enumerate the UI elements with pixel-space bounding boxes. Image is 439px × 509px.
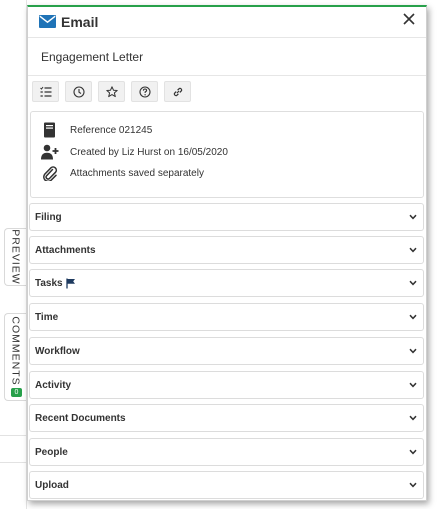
history-button[interactable]	[65, 81, 92, 102]
copy-link-button[interactable]	[164, 81, 191, 102]
chevron-down-icon	[409, 482, 417, 488]
section-people[interactable]: People	[29, 438, 424, 466]
tab-preview-label: PREVIEW	[9, 229, 22, 285]
app-frame: PREVIEW COMMENTS 0 Email Engagement Lett…	[0, 0, 439, 509]
tab-comments[interactable]: COMMENTS 0	[4, 313, 26, 401]
envelope-icon	[39, 15, 56, 28]
section-label: Upload	[35, 480, 69, 491]
rail-divider	[0, 435, 27, 436]
close-icon[interactable]	[402, 12, 416, 26]
section-label: Activity	[35, 380, 72, 391]
section-attachments[interactable]: Attachments	[29, 236, 424, 264]
checklist-button[interactable]	[32, 81, 59, 102]
flag-icon	[66, 278, 75, 289]
section-workflow[interactable]: Workflow	[29, 337, 424, 365]
panel-title: Email	[61, 14, 99, 30]
clock-icon	[72, 85, 85, 98]
section-label: Tasks	[35, 278, 63, 289]
favourite-button[interactable]	[98, 81, 125, 102]
section-time[interactable]: Time	[29, 303, 424, 331]
email-details: Reference 021245 Created by Liz Hurst on…	[30, 111, 424, 198]
email-panel: Email Engagement Letter Reference 021245…	[27, 5, 427, 501]
checklist-icon	[39, 86, 51, 97]
section-label: Workflow	[35, 346, 80, 357]
book-icon	[44, 122, 55, 138]
chevron-down-icon	[409, 348, 417, 354]
email-subject: Engagement Letter	[41, 50, 144, 64]
section-tasks[interactable]: Tasks	[29, 269, 424, 297]
section-label: Filing	[35, 212, 62, 223]
reference-text: Reference 021245	[70, 124, 153, 136]
chevron-down-icon	[409, 449, 417, 455]
add-user-icon	[41, 144, 59, 160]
section-label: Recent Documents	[35, 413, 126, 424]
paperclip-icon	[43, 166, 58, 181]
comments-count-badge: 0	[11, 388, 22, 397]
created-row: Created by Liz Hurst on 16/05/2020	[41, 143, 228, 161]
chevron-down-icon	[409, 214, 417, 220]
link-icon	[173, 87, 182, 96]
section-upload[interactable]: Upload	[29, 471, 424, 499]
section-label: Attachments	[35, 245, 96, 256]
reference-row: Reference 021245	[41, 121, 152, 139]
chevron-down-icon	[409, 382, 417, 388]
rail-divider	[0, 462, 27, 463]
section-recent-documents[interactable]: Recent Documents	[29, 404, 424, 432]
action-toolbar	[28, 75, 426, 111]
chevron-down-icon	[409, 314, 417, 320]
attachments-text: Attachments saved separately	[70, 167, 204, 179]
chevron-down-icon	[409, 247, 417, 253]
section-activity[interactable]: Activity	[29, 371, 424, 399]
panel-header: Email	[28, 7, 426, 38]
attachments-row: Attachments saved separately	[41, 164, 204, 182]
help-icon	[138, 85, 151, 98]
section-filing[interactable]: Filing	[29, 203, 424, 231]
chevron-down-icon	[409, 415, 417, 421]
created-text: Created by Liz Hurst on 16/05/2020	[70, 146, 228, 158]
tab-comments-label: COMMENTS	[9, 316, 22, 386]
tab-preview[interactable]: PREVIEW	[4, 228, 26, 286]
chevron-down-icon	[409, 280, 417, 286]
help-button[interactable]	[131, 81, 158, 102]
section-label: People	[35, 447, 68, 458]
star-icon	[105, 85, 118, 97]
section-label: Time	[35, 312, 59, 323]
